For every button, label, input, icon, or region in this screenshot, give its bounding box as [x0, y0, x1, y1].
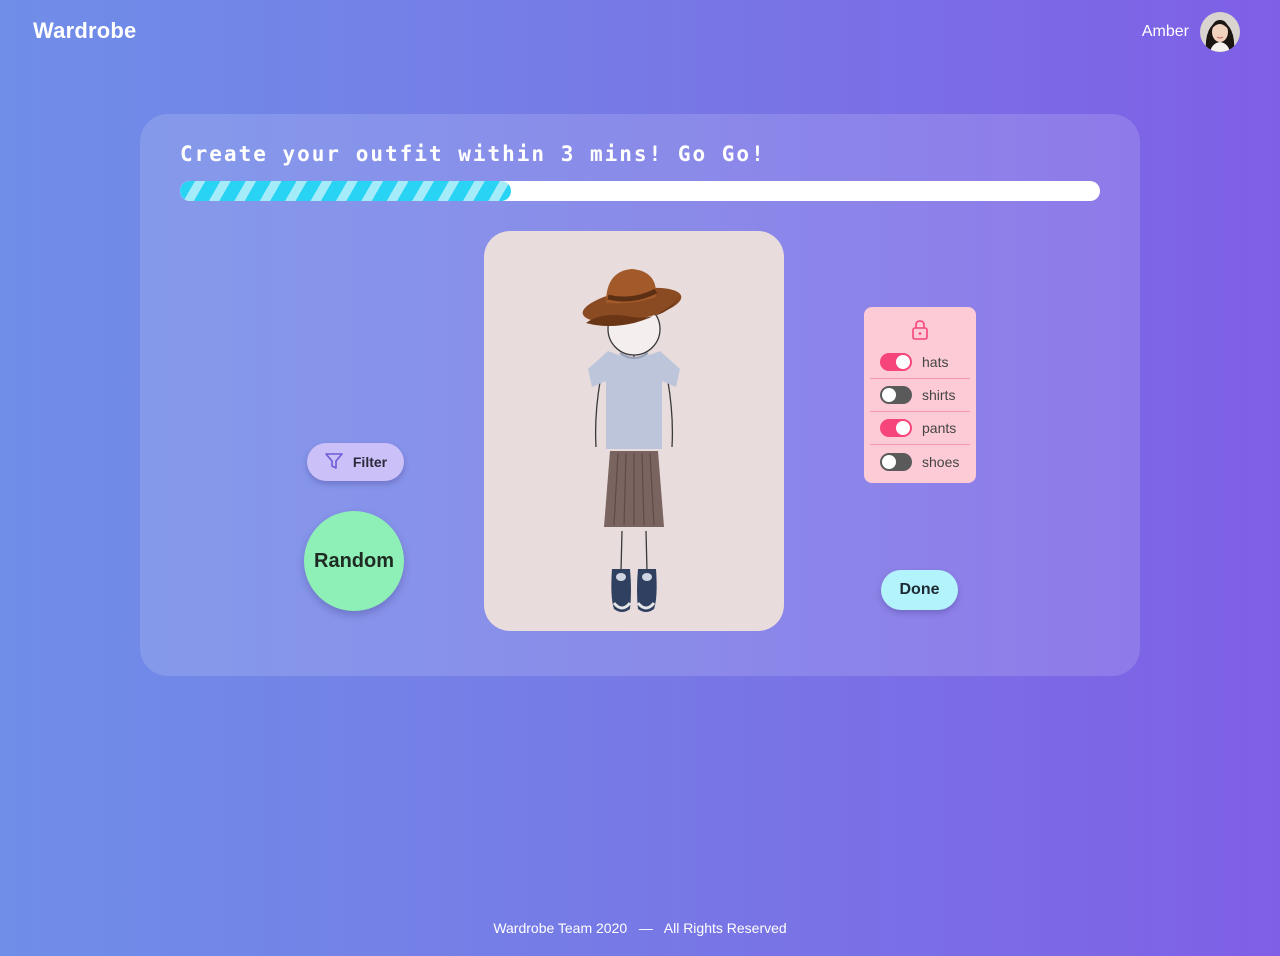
lock-row-pants[interactable]: pants — [870, 411, 970, 445]
skirt-icon[interactable] — [604, 451, 664, 527]
filter-button-label: Filter — [352, 454, 388, 470]
lock-row-shirts[interactable]: shirts — [870, 378, 970, 412]
toggle-hats[interactable] — [880, 352, 912, 371]
outfit-card: Create your outfit within 3 mins! Go Go! — [140, 114, 1140, 676]
outfit-preview — [484, 231, 784, 631]
user-name[interactable]: Amber — [1142, 23, 1189, 41]
toggle-pants[interactable] — [880, 418, 912, 437]
hat-icon[interactable] — [580, 269, 684, 328]
timer-progress-bar — [180, 181, 1100, 201]
done-button[interactable]: Done — [881, 570, 958, 610]
avatar[interactable] — [1200, 12, 1240, 52]
app-title[interactable]: Wardrobe — [33, 18, 136, 44]
lock-row-shoes[interactable]: shoes — [870, 445, 970, 478]
shoes-icon[interactable] — [611, 569, 657, 612]
random-button[interactable]: Random — [304, 511, 404, 611]
user-menu[interactable]: Amber — [1142, 12, 1240, 52]
challenge-headline: Create your outfit within 3 mins! Go Go! — [180, 142, 766, 166]
shirt-icon[interactable] — [588, 351, 680, 449]
timer-progress-fill — [180, 181, 512, 201]
filter-button[interactable]: Filter — [307, 443, 404, 481]
footer: Wardrobe Team 2020 — All Rights Reserved — [0, 920, 1280, 936]
footer-team: Wardrobe Team 2020 — [493, 920, 628, 936]
lock-icon — [910, 319, 930, 346]
lock-label-hats: hats — [922, 353, 949, 370]
lock-label-shoes: shoes — [922, 453, 960, 470]
toggle-shoes[interactable] — [880, 452, 912, 471]
lock-panel: hats shirts pants shoes — [864, 307, 976, 483]
footer-rights: All Rights Reserved — [663, 920, 787, 936]
lock-label-shirts: shirts — [922, 386, 956, 403]
funnel-icon — [324, 451, 344, 474]
footer-separator: — — [638, 920, 653, 936]
lock-row-hats[interactable]: hats — [870, 345, 970, 379]
lock-label-pants: pants — [922, 419, 957, 436]
toggle-shirts[interactable] — [880, 385, 912, 404]
